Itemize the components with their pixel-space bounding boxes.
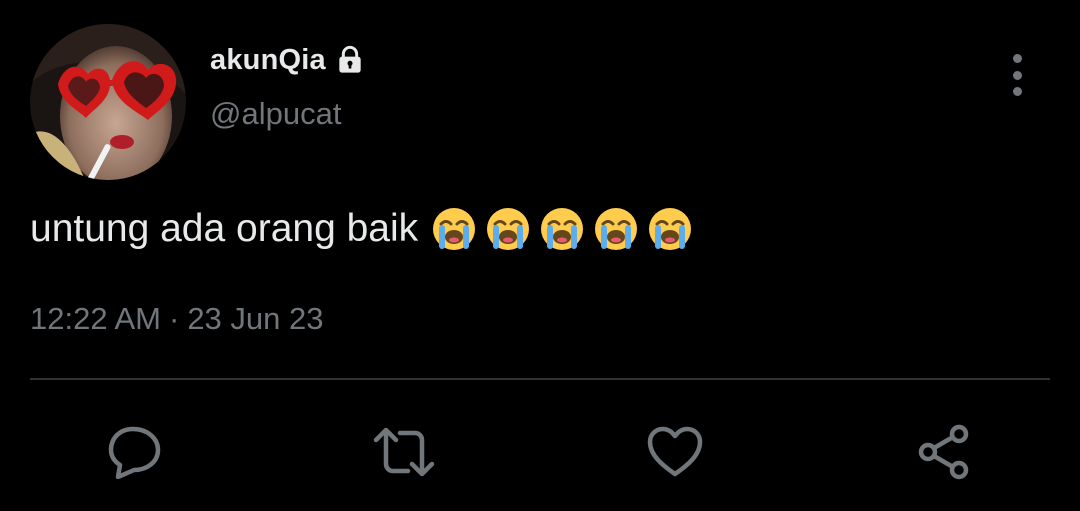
lock-icon	[334, 44, 366, 76]
retweet-button[interactable]	[373, 421, 435, 483]
user-handle[interactable]: @alpucat	[210, 96, 341, 132]
more-dot	[1012, 70, 1022, 80]
loudly-crying-face-icon	[646, 205, 694, 253]
share-icon	[915, 423, 973, 481]
loudly-crying-face-icon	[592, 205, 640, 253]
loudly-crying-face-icon	[430, 205, 478, 253]
tweet-date: 23 Jun 23	[187, 301, 324, 336]
timestamp-separator: ·	[168, 301, 180, 336]
author-name-row[interactable]: akunQia	[210, 40, 366, 80]
tweet-body: untung ada orang baik	[30, 207, 419, 250]
more-vertical-icon[interactable]	[1000, 54, 1034, 96]
loudly-crying-face-icon	[538, 205, 586, 253]
share-button[interactable]	[913, 421, 975, 483]
tweet-timestamp[interactable]: 12:22 AM · 23 Jun 23	[30, 301, 323, 337]
reply-icon	[106, 425, 164, 479]
display-name[interactable]: akunQia	[210, 44, 326, 77]
retweet-icon	[372, 426, 436, 478]
tweet-text: untung ada orang baik	[30, 204, 694, 254]
heart-icon	[646, 425, 704, 479]
more-dot	[1012, 87, 1022, 96]
avatar[interactable]	[30, 24, 186, 180]
more-dot	[1012, 54, 1022, 63]
reply-button[interactable]	[104, 421, 166, 483]
emoji-row	[430, 205, 694, 253]
loudly-crying-face-icon	[484, 205, 532, 253]
like-button[interactable]	[644, 421, 706, 483]
divider	[30, 378, 1050, 380]
tweet-time: 12:22 AM	[30, 301, 161, 336]
avatar-image	[30, 24, 186, 180]
